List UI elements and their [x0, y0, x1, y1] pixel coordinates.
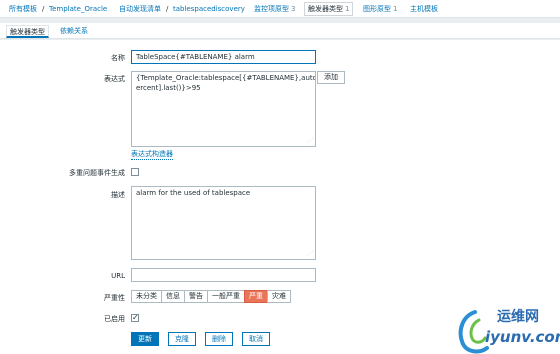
- graph-prototypes-label: 图形原型: [363, 5, 391, 13]
- tab-dependencies[interactable]: 依赖关系: [57, 25, 91, 38]
- severity-information[interactable]: 信息: [161, 290, 185, 303]
- severity-disaster[interactable]: 灾难: [267, 290, 291, 303]
- multiple-events-label: 多重问题事件生成: [69, 169, 125, 177]
- breadcrumb-trigger-prototypes[interactable]: 触发器类型 1: [304, 2, 354, 16]
- add-expression-button[interactable]: 添加: [317, 71, 345, 84]
- severity-warning[interactable]: 警告: [184, 290, 208, 303]
- description-textarea[interactable]: alarm for the used of tablespace ⋰: [131, 186, 316, 260]
- severity-high[interactable]: 严重: [244, 290, 268, 303]
- name-label: 名称: [111, 54, 125, 62]
- resize-grip-icon[interactable]: ⋰: [307, 251, 313, 257]
- expression-label: 表达式: [104, 75, 125, 83]
- severity-selector: 未分类 信息 警告 一般严重 严重 灾难: [131, 290, 291, 303]
- breadcrumb-separator: /: [42, 5, 45, 13]
- multiple-events-checkbox[interactable]: [131, 168, 139, 176]
- description-label: 描述: [111, 191, 125, 199]
- breadcrumb-discovery-rule[interactable]: tablespacediscovery: [173, 4, 245, 14]
- clone-button[interactable]: 克隆: [168, 332, 196, 346]
- item-prototypes-label: 监控项原型: [254, 5, 289, 13]
- watermark-cn: 运维网: [497, 309, 539, 325]
- form-tabs: 触发器类型 依赖关系: [0, 23, 560, 39]
- url-label: URL: [111, 272, 125, 280]
- expression-builder-link[interactable]: 表达式构造器: [131, 149, 173, 160]
- severity-average[interactable]: 一般严重: [207, 290, 245, 303]
- breadcrumb-discovery-list[interactable]: 自动发现清单: [119, 4, 161, 14]
- watermark-logo: 运维网 iyunv.com: [455, 306, 560, 354]
- breadcrumb-item-prototypes[interactable]: 监控项原型 3: [254, 4, 295, 14]
- enabled-label: 已启用: [104, 315, 125, 323]
- tab-trigger-prototype[interactable]: 触发器类型: [6, 25, 49, 38]
- breadcrumb: 所有模板 / Template_Oracle 自动发现清单 / tablespa…: [0, 0, 560, 18]
- trigger-prototypes-label: 触发器类型: [308, 5, 343, 13]
- breadcrumb-all-templates[interactable]: 所有模板: [9, 4, 37, 14]
- expression-line-2: ercent].last()}>95: [136, 84, 201, 92]
- item-prototypes-count: 3: [291, 5, 296, 13]
- expression-line-1: {Template_Oracle:tablespace[{#TABLENAME}…: [136, 74, 316, 82]
- expression-textarea[interactable]: {Template_Oracle:tablespace[{#TABLENAME}…: [131, 71, 316, 147]
- breadcrumb-graph-prototypes[interactable]: 图形原型 1: [363, 4, 397, 14]
- watermark-en: iyunv.com: [485, 328, 560, 346]
- resize-grip-icon[interactable]: ⋰: [307, 138, 313, 144]
- name-input[interactable]: TableSpace{#TABLENAME} alarm: [131, 50, 316, 64]
- breadcrumb-template[interactable]: Template_Oracle: [49, 4, 107, 14]
- cancel-button[interactable]: 取消: [242, 332, 270, 346]
- delete-button[interactable]: 删除: [205, 332, 233, 346]
- url-input[interactable]: [131, 268, 316, 282]
- update-button[interactable]: 更新: [131, 332, 159, 346]
- graph-prototypes-count: 1: [393, 5, 398, 13]
- trigger-prototypes-count: 1: [345, 5, 350, 13]
- severity-label: 严重性: [104, 294, 125, 302]
- breadcrumb-host-templates[interactable]: 主机模板: [410, 4, 438, 14]
- enabled-checkbox[interactable]: [131, 313, 139, 323]
- breadcrumb-separator: /: [166, 5, 169, 13]
- description-text: alarm for the used of tablespace: [136, 189, 251, 197]
- severity-not-classified[interactable]: 未分类: [131, 290, 162, 303]
